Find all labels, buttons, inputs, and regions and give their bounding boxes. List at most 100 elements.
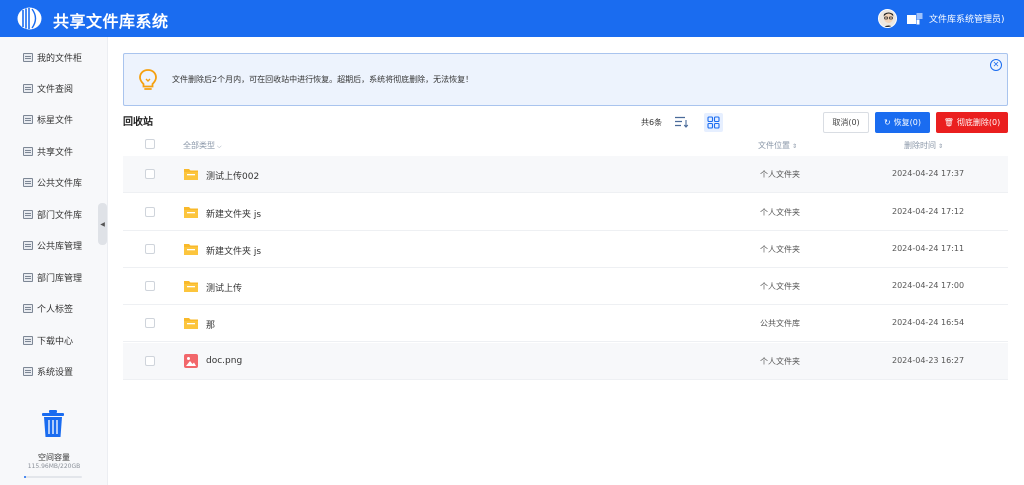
department-icon (23, 209, 33, 219)
storage-progress-bar (24, 476, 82, 478)
storage-value: 115.96MB/220GB (27, 463, 81, 470)
close-icon[interactable]: ✕ (990, 59, 1002, 71)
list-view-icon[interactable] (675, 116, 689, 128)
deleted-time: 2024-04-24 17:00 (892, 281, 965, 290)
sidebar-item-my-cabinet[interactable]: 我的文件柜 (0, 42, 108, 72)
notice-text: 文件删除后2个月内，可在回收站中进行恢复。超期后，系统将彻底删除，无法恢复！ (172, 75, 474, 84)
table-row[interactable]: 测试上传 个人文件夹 2024-04-24 17:00 (123, 268, 1008, 305)
sidebar-item-label: 共享文件 (37, 147, 74, 158)
chevron-down-icon: ⌵ (217, 143, 222, 150)
star-file-icon (23, 114, 33, 124)
page-title: 回收站 (123, 117, 153, 128)
file-name[interactable]: 测试上传002 (206, 169, 259, 182)
tag-icon (23, 303, 33, 313)
select-all-checkbox[interactable] (145, 139, 155, 149)
table-row[interactable]: doc.png 个人文件夹 2024-04-23 16:27 (123, 343, 1008, 380)
notice-banner: 文件删除后2个月内，可在回收站中进行恢复。超期后，系统将彻底删除，无法恢复！ ✕ (123, 53, 1008, 106)
sidebar-item-label: 系统设置 (37, 367, 74, 378)
restore-button-label: 恢复(0) (893, 118, 922, 127)
row-checkbox[interactable] (145, 244, 155, 254)
sidebar-item-department-library[interactable]: 部门文件库 (0, 199, 108, 229)
location-header-label: 文件位置 (758, 141, 790, 150)
recycle-bin-icon (42, 410, 64, 437)
file-location: 个人文件夹 (760, 208, 800, 217)
folder-icon (184, 169, 198, 180)
location-column-header[interactable]: 文件位置 ⇕ (758, 140, 797, 151)
table-row[interactable]: 新建文件夹 js 个人文件夹 2024-04-24 17:12 (123, 194, 1008, 231)
sidebar-item-label: 部门文件库 (37, 210, 83, 221)
deleted-time: 2024-04-24 17:12 (892, 207, 965, 216)
folder-icon (184, 318, 198, 329)
sidebar-item-department-manage[interactable]: 部门库管理 (0, 262, 108, 292)
library-icon (23, 177, 33, 187)
table-row[interactable]: 测试上传002 个人文件夹 2024-04-24 17:37 (123, 156, 1008, 193)
trash-icon: 🗑 (943, 118, 954, 127)
avatar[interactable] (878, 9, 897, 28)
cancel-button[interactable]: 取消(0) (823, 112, 869, 133)
folder-icon (184, 207, 198, 218)
sidebar-item-downloads[interactable]: 下载中心 (0, 325, 108, 355)
file-name[interactable]: doc.png (206, 356, 242, 366)
sidebar-item-label: 公共库管理 (37, 241, 83, 252)
file-location: 个人文件夹 (760, 245, 800, 254)
type-filter-label: 全部类型 (183, 141, 215, 150)
settings-icon (23, 366, 33, 376)
item-count: 共6条 (641, 118, 663, 127)
table-row[interactable]: 那 公共文件库 2024-04-24 16:54 (123, 305, 1008, 342)
deleted-time-header-label: 删除时间 (904, 141, 936, 150)
manage-icon (23, 240, 33, 250)
restore-button[interactable]: ↻ 恢复(0) (875, 112, 930, 133)
document-icon (23, 83, 33, 93)
deleted-time: 2024-04-24 17:11 (892, 244, 965, 253)
row-checkbox[interactable] (145, 169, 155, 179)
row-checkbox[interactable] (145, 281, 155, 291)
deleted-time: 2024-04-24 17:37 (892, 169, 965, 178)
sidebar-item-personal-tags[interactable]: 个人标签 (0, 293, 108, 323)
image-file-icon (184, 354, 198, 368)
file-location: 个人文件夹 (760, 282, 800, 291)
type-filter[interactable]: 全部类型 ⌵ (183, 140, 222, 151)
table-header: 全部类型 ⌵ 文件位置 ⇕ 删除时间 ⇕ (123, 133, 1008, 156)
sort-icon: ⇕ (792, 143, 798, 150)
sidebar-item-settings[interactable]: 系统设置 (0, 356, 108, 386)
sidebar-item-label: 我的文件柜 (37, 53, 83, 64)
file-name[interactable]: 那 (206, 318, 215, 331)
sidebar-item-file-view[interactable]: 文件查阅 (0, 73, 108, 103)
permanent-delete-button[interactable]: 🗑 彻底删除(0) (936, 112, 1008, 133)
deleted-time: 2024-04-23 16:27 (892, 356, 965, 365)
file-location: 个人文件夹 (760, 357, 800, 366)
sort-icon: ⇕ (938, 143, 944, 150)
sidebar-item-label: 公共文件库 (37, 178, 83, 189)
file-name[interactable]: 新建文件夹 js (206, 244, 261, 257)
sidebar-item-shared[interactable]: 共享文件 (0, 136, 108, 166)
download-icon (23, 335, 33, 345)
storage-label: 空间容量 (38, 453, 70, 462)
row-checkbox[interactable] (145, 207, 155, 217)
restore-icon: ↻ (883, 118, 891, 127)
sidebar-item-public-library[interactable]: 公共文件库 (0, 167, 108, 197)
permanent-delete-button-label: 彻底删除(0) (956, 118, 1001, 127)
sidebar-item-starred[interactable]: 标星文件 (0, 104, 108, 134)
table-row[interactable]: 新建文件夹 js 个人文件夹 2024-04-24 17:11 (123, 231, 1008, 268)
app-logo-icon (17, 7, 42, 30)
storage-progress-fill (24, 476, 26, 478)
cabinet-icon (23, 52, 33, 62)
sidebar-item-label: 文件查阅 (37, 84, 74, 95)
deleted-time-column-header[interactable]: 删除时间 ⇕ (904, 140, 943, 151)
grid-view-button[interactable] (704, 113, 723, 132)
sidebar-item-label: 部门库管理 (37, 273, 83, 284)
manage-icon (23, 272, 33, 282)
row-checkbox[interactable] (145, 318, 155, 328)
file-name[interactable]: 新建文件夹 js (206, 207, 261, 220)
user-role-icon (907, 13, 923, 25)
avatar-image-icon (879, 10, 896, 27)
user-name[interactable]: 文件库系统管理员) (929, 12, 1005, 25)
file-location: 公共文件库 (760, 319, 800, 328)
folder-icon (184, 281, 198, 292)
deleted-time: 2024-04-24 16:54 (892, 318, 965, 327)
sidebar-item-public-manage[interactable]: 公共库管理 (0, 230, 108, 260)
file-name[interactable]: 测试上传 (206, 281, 242, 294)
row-checkbox[interactable] (145, 356, 155, 366)
file-location: 个人文件夹 (760, 170, 800, 179)
sidebar-collapse-handle[interactable]: ◀ (98, 203, 107, 245)
